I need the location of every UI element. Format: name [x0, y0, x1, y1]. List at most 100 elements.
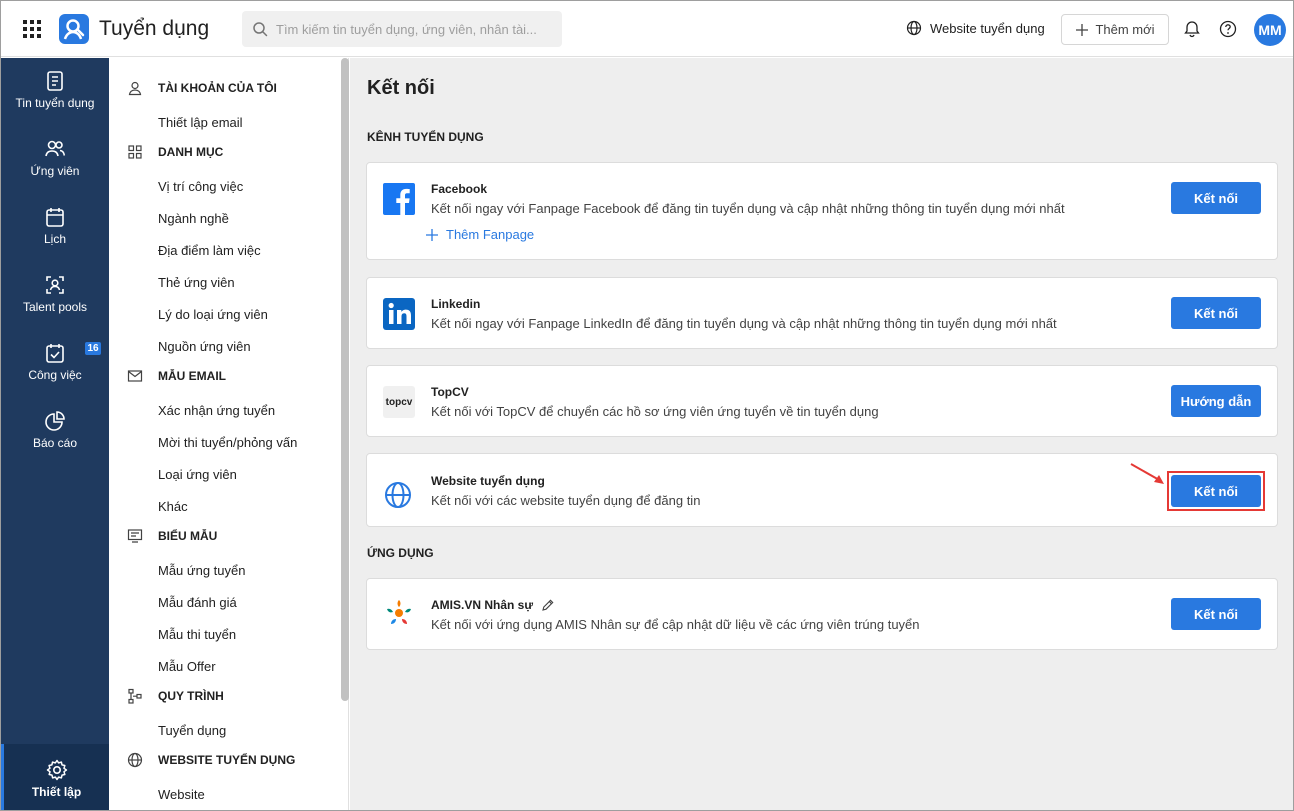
sidebar-item[interactable]: Website	[158, 787, 205, 802]
main-content: Kết nối KÊNH TUYỂN DỤNG Facebook Kết nối…	[350, 58, 1293, 810]
channel-description: Kết nối ngay với Fanpage LinkedIn để đăn…	[431, 316, 1057, 331]
amis-connect-button[interactable]: Kết nối	[1171, 598, 1261, 630]
app-window: Tuyển dụng Website tuyển dụng Thêm mới M…	[0, 0, 1294, 811]
calendar-icon	[46, 208, 64, 227]
sidebar-item[interactable]: Mẫu đánh giá	[158, 595, 237, 610]
globe-icon	[383, 480, 413, 513]
sidebar-item[interactable]: Khác	[158, 499, 188, 514]
channel-description: Kết nối ngay với Fanpage Facebook để đăn…	[431, 201, 1065, 216]
linkedin-connect-button[interactable]: Kết nối	[1171, 297, 1261, 329]
nav-item-job-posts[interactable]: Tin tuyển dụng	[1, 70, 109, 130]
form-icon	[127, 529, 143, 543]
nav-item-talent-pools[interactable]: Talent pools	[1, 274, 109, 334]
channel-name: TopCV	[431, 385, 469, 399]
plus-icon	[426, 228, 438, 241]
sidebar-item[interactable]: Tuyển dụng	[158, 723, 226, 738]
nav-label: Công việc	[28, 368, 82, 382]
talent-pool-icon	[46, 276, 64, 294]
linkedin-icon	[383, 298, 415, 333]
sidebar-item[interactable]: Mời thi tuyển/phỏng vấn	[158, 435, 297, 450]
section-title: BIỂU MẪU	[158, 529, 218, 543]
task-icon	[46, 344, 64, 363]
section-email-templates: MẪU EMAIL	[127, 366, 226, 386]
section-title: DANH MỤC	[158, 145, 224, 159]
page-title: Kết nối	[367, 77, 435, 99]
search-input[interactable]	[276, 11, 556, 47]
settings-sidebar: TÀI KHOẢN CỦA TÔI Thiết lập email DANH M…	[109, 58, 349, 810]
add-fanpage-link[interactable]: Thêm Fanpage	[425, 227, 534, 242]
nav-item-settings[interactable]: Thiết lập	[1, 744, 109, 810]
sidebar-item[interactable]: Vị trí công việc	[158, 179, 243, 194]
help-icon[interactable]	[1219, 20, 1237, 41]
report-icon	[45, 411, 65, 431]
category-icon	[128, 145, 142, 159]
section-title: WEBSITE TUYỂN DỤNG	[158, 753, 296, 767]
nav-item-reports[interactable]: Báo cáo	[1, 410, 109, 470]
sidebar-item[interactable]: Lý do loại ứng viên	[158, 307, 268, 322]
notification-bell-icon[interactable]	[1183, 20, 1201, 41]
nav-label: Talent pools	[22, 300, 88, 314]
facebook-connect-button[interactable]: Kết nối	[1171, 182, 1261, 214]
linkedin-card: Linkedin Kết nối ngay với Fanpage Linked…	[366, 277, 1278, 349]
section-title: MẪU EMAIL	[158, 369, 226, 383]
channel-name: Facebook	[431, 182, 488, 196]
section-forms: BIỂU MẪU	[127, 526, 217, 546]
app-name: AMIS.VN Nhân sự	[431, 598, 534, 612]
sidebar-scrollbar[interactable]	[341, 58, 349, 701]
main-nav: Tin tuyển dụng Ứng viên Lịch Talent pool…	[1, 58, 109, 810]
topcv-logo-icon: topcv	[383, 386, 415, 418]
section-my-account: TÀI KHOẢN CỦA TÔI	[127, 78, 277, 98]
facebook-card: Facebook Kết nối ngay với Fanpage Facebo…	[366, 162, 1278, 260]
channel-name: Linkedin	[431, 297, 481, 311]
sidebar-item[interactable]: Ngành nghề	[158, 211, 229, 226]
website-connect-button[interactable]: Kết nối	[1171, 475, 1261, 507]
top-bar: Tuyển dụng Website tuyển dụng Thêm mới M…	[1, 1, 1293, 57]
channel-description: Kết nối với các website tuyển dụng để đă…	[431, 493, 701, 508]
website-card: Website tuyển dụng Kết nối với các websi…	[366, 453, 1278, 527]
add-fanpage-label: Thêm Fanpage	[446, 227, 535, 242]
app-description: Kết nối với ứng dụng AMIS Nhân sự để cập…	[431, 617, 920, 632]
annotation-arrow	[1129, 462, 1169, 491]
sidebar-item[interactable]: Thẻ ứng viên	[158, 275, 235, 290]
plus-icon	[1076, 23, 1089, 36]
app-launcher-icon[interactable]	[23, 20, 41, 38]
candidates-icon	[45, 140, 66, 157]
edit-pencil-icon[interactable]	[541, 598, 555, 612]
section-title: QUY TRÌNH	[158, 689, 224, 703]
sidebar-item[interactable]: Mẫu thi tuyển	[158, 627, 236, 642]
website-link[interactable]: Website tuyển dụng	[906, 20, 1045, 36]
nav-item-calendar[interactable]: Lịch	[1, 206, 109, 266]
sidebar-item[interactable]: Thiết lập email	[158, 115, 243, 130]
search-box[interactable]	[242, 11, 562, 47]
nav-label: Ứng viên	[30, 164, 80, 178]
topcv-guide-button[interactable]: Hướng dẫn	[1171, 385, 1261, 417]
nav-label: Tin tuyển dụng	[15, 96, 95, 110]
nav-item-tasks[interactable]: Công việc 16	[1, 342, 109, 402]
sidebar-item[interactable]: Mẫu ứng tuyển	[158, 563, 245, 578]
task-count-badge: 16	[85, 342, 101, 355]
sidebar-item[interactable]: Xác nhận ứng tuyển	[158, 403, 275, 418]
nav-label: Thiết lập	[31, 784, 82, 799]
sidebar-item[interactable]: Địa điểm làm việc	[158, 243, 261, 258]
job-post-icon	[47, 71, 63, 91]
channel-description: Kết nối với TopCV để chuyển các hồ sơ ứn…	[431, 404, 879, 419]
user-icon	[128, 81, 142, 96]
add-new-label: Thêm mới	[1095, 22, 1155, 37]
sidebar-item[interactable]: Nguồn ứng viên	[158, 339, 251, 354]
workflow-icon	[128, 688, 142, 704]
amis-card: AMIS.VN Nhân sự Kết nối với ứng dụng AMI…	[366, 578, 1278, 650]
avatar[interactable]: MM	[1254, 14, 1286, 46]
channel-name: Website tuyển dụng	[431, 474, 545, 488]
nav-item-candidates[interactable]: Ứng viên	[1, 138, 109, 198]
add-new-button[interactable]: Thêm mới	[1061, 14, 1169, 45]
apps-group-title: ỨNG DỤNG	[367, 546, 434, 560]
gear-icon	[46, 759, 67, 780]
section-workflow: QUY TRÌNH	[127, 686, 224, 706]
sidebar-item[interactable]: Loại ứng viên	[158, 467, 237, 482]
section-categories: DANH MỤC	[127, 142, 223, 162]
search-icon	[253, 22, 268, 37]
facebook-icon	[383, 183, 415, 218]
section-recruitment-website: WEBSITE TUYỂN DỤNG	[127, 750, 295, 770]
sidebar-item[interactable]: Mẫu Offer	[158, 659, 216, 674]
topcv-card: topcv TopCV Kết nối với TopCV để chuyển …	[366, 365, 1278, 437]
